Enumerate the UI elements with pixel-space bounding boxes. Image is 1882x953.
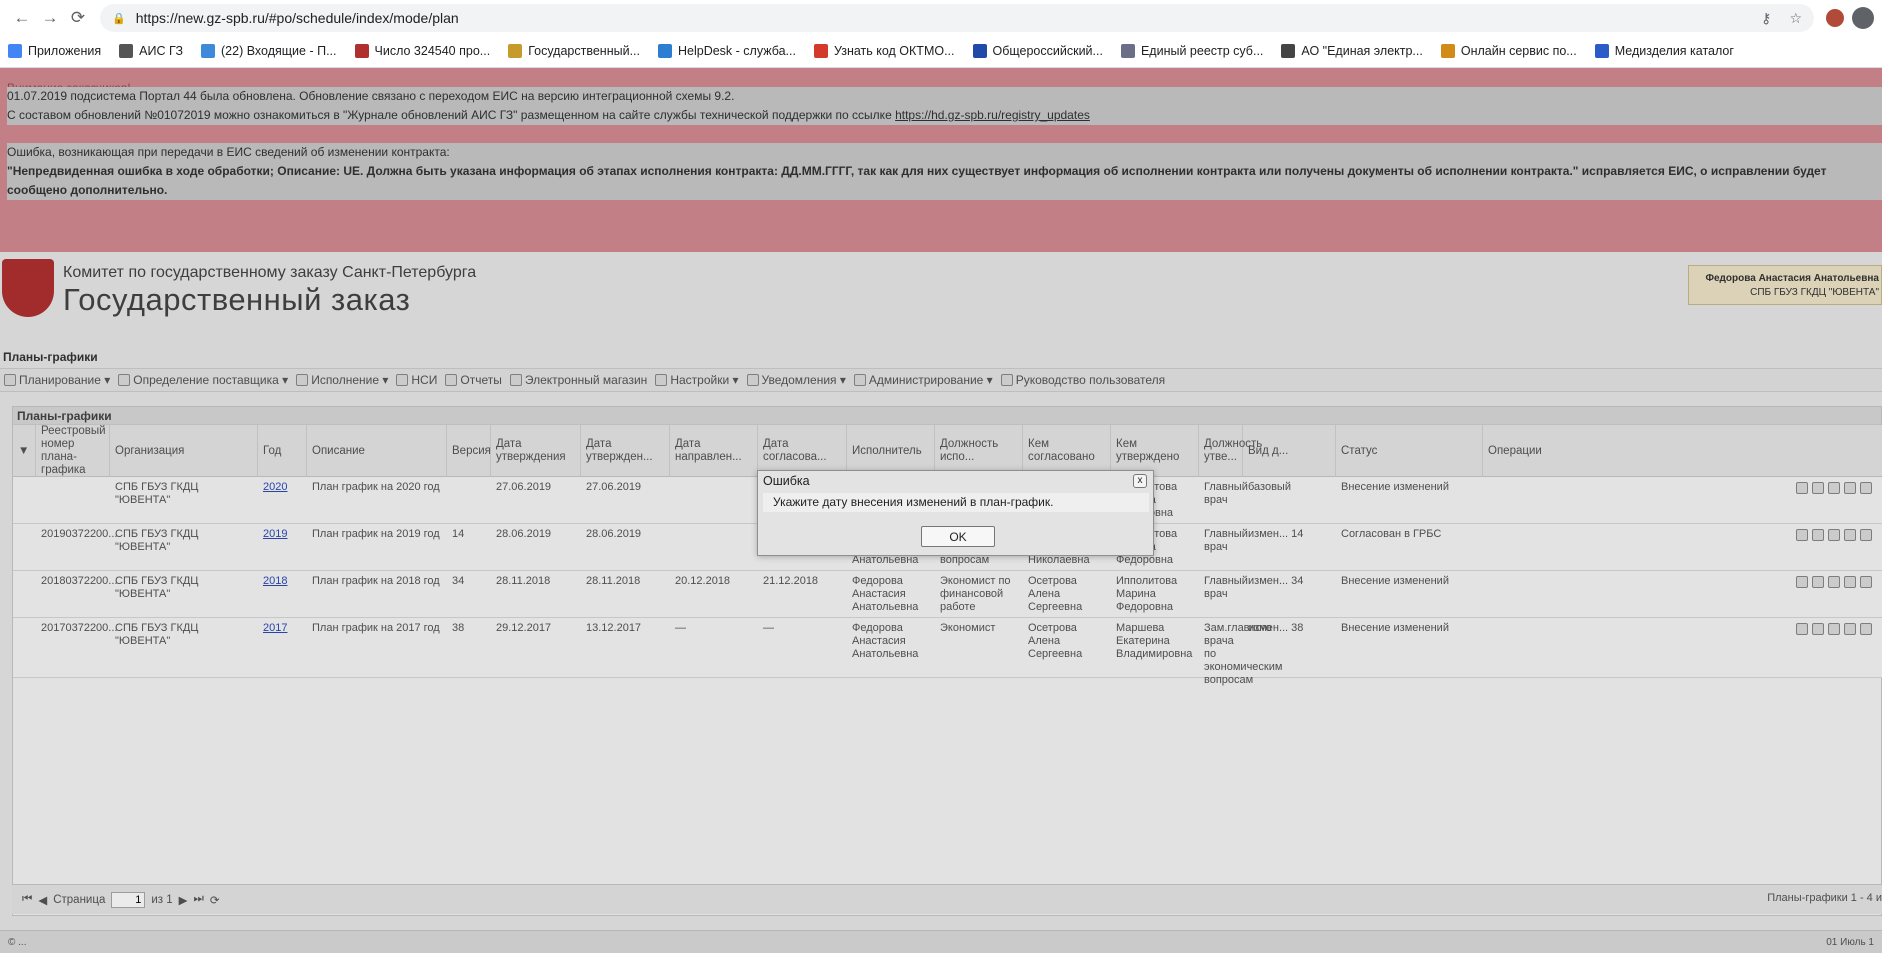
bookmark-icon xyxy=(8,44,22,58)
bookmark-label: АИС ГЗ xyxy=(139,44,184,58)
bookmark-label: Единый реестр суб... xyxy=(1140,44,1264,58)
browser-chrome: ← → ⟳ 🔒 https://new.gz-spb.ru/#po/schedu… xyxy=(0,0,1882,68)
bookmark-label: Приложения xyxy=(28,44,102,58)
bookmark-icon xyxy=(1440,44,1455,58)
forward-icon[interactable]: → xyxy=(36,4,64,32)
bookmark-icon xyxy=(354,44,369,58)
bookmark-label: Узнать код ОКТМО... xyxy=(833,44,955,58)
dialog-title: Ошибка xyxy=(763,474,810,488)
bookmark-label: (22) Входящие - П... xyxy=(221,44,337,58)
extension-icon[interactable] xyxy=(1826,9,1844,27)
bookmark-label: Онлайн сервис по... xyxy=(1460,44,1577,58)
bookmark-icon xyxy=(119,44,134,58)
bookmark-icon xyxy=(1281,44,1296,58)
bookmark-icon xyxy=(1594,44,1609,58)
address-bar[interactable]: 🔒 https://new.gz-spb.ru/#po/schedule/ind… xyxy=(100,4,1814,32)
bookmark-icon xyxy=(508,44,523,58)
lock-icon: 🔒 xyxy=(112,12,126,25)
bookmark-item[interactable]: Медизделия каталог xyxy=(1594,44,1734,58)
key-icon[interactable]: ⚷ xyxy=(1761,10,1771,27)
bookmark-item[interactable]: Приложения xyxy=(8,44,101,58)
error-dialog: Ошибка x Укажите дату внесения изменений… xyxy=(757,470,1154,556)
bookmark-icon xyxy=(1120,44,1135,58)
bookmark-label: Государственный... xyxy=(528,44,640,58)
bookmark-item[interactable]: АИС ГЗ xyxy=(119,44,183,58)
ok-button[interactable]: OK xyxy=(921,526,995,547)
bookmark-item[interactable]: Общероссийский... xyxy=(972,44,1103,58)
bookmark-item[interactable]: АО "Единая электр... xyxy=(1281,44,1423,58)
bookmark-item[interactable]: Онлайн сервис по... xyxy=(1440,44,1577,58)
bookmark-item[interactable]: Единый реестр суб... xyxy=(1120,44,1264,58)
bookmark-item[interactable]: Государственный... xyxy=(508,44,640,58)
reload-icon[interactable]: ⟳ xyxy=(64,4,92,32)
bookmark-label: Число 324540 про... xyxy=(374,44,491,58)
star-icon[interactable]: ☆ xyxy=(1789,10,1802,27)
bookmark-item[interactable]: Число 324540 про... xyxy=(354,44,491,58)
back-icon[interactable]: ← xyxy=(8,4,36,32)
profile-icon[interactable] xyxy=(1852,7,1874,29)
bookmark-item[interactable]: HelpDesk - служба... xyxy=(658,44,796,58)
bookmark-icon xyxy=(201,44,216,58)
dialog-message: Укажите дату внесения изменений в план-г… xyxy=(763,493,1149,512)
bookmark-icon xyxy=(972,44,987,58)
bookmark-item[interactable]: (22) Входящие - П... xyxy=(201,44,337,58)
bookmarks-bar: Приложения АИС ГЗ (22) Входящие - П... Числ… xyxy=(0,36,1882,66)
url-text[interactable]: https://new.gz-spb.ru/#po/schedule/index… xyxy=(136,10,459,26)
close-icon[interactable]: x xyxy=(1133,474,1147,488)
bookmark-item[interactable]: Узнать код ОКТМО... xyxy=(813,44,955,58)
bookmark-label: АО "Единая электр... xyxy=(1301,44,1423,58)
bookmark-icon xyxy=(813,44,828,58)
bookmark-label: Медизделия каталог xyxy=(1614,44,1734,58)
bookmark-icon xyxy=(658,44,672,58)
bookmark-label: HelpDesk - служба... xyxy=(678,44,796,58)
bookmark-label: Общероссийский... xyxy=(992,44,1103,58)
